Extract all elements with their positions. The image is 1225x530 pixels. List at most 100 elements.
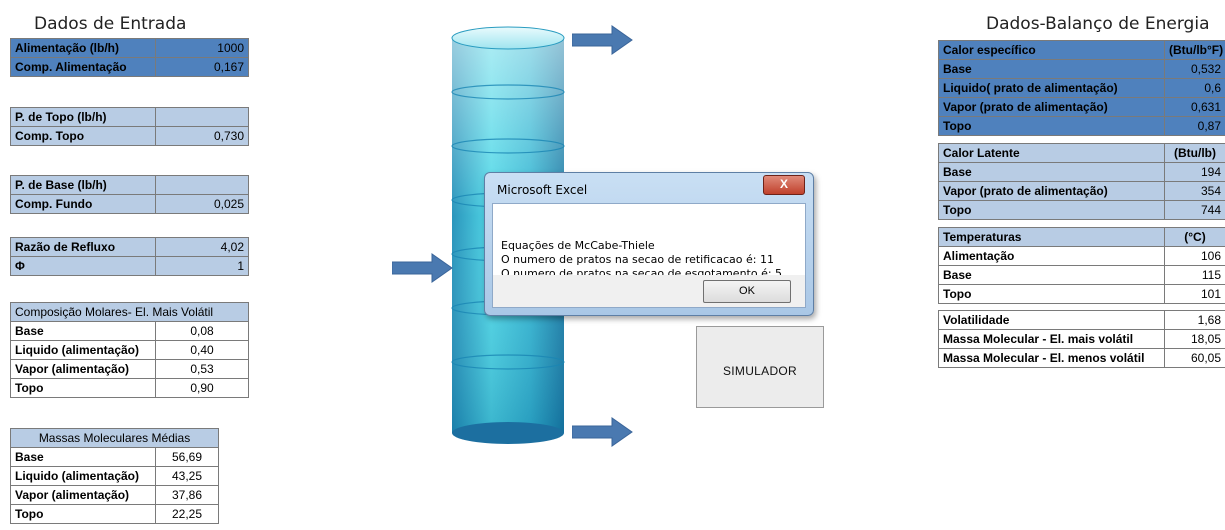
latent-heat-table: Calor Latente (Btu/lb) Base 194 Vapor (p…	[938, 143, 1225, 220]
table-header-row: Calor Latente (Btu/lb)	[938, 143, 1225, 163]
cell-label[interactable]: Liquido (alimentação)	[10, 466, 156, 486]
cell-value[interactable]: 354	[1164, 181, 1225, 201]
cell-value[interactable]: 0,631	[1164, 97, 1225, 117]
cell-value[interactable]: 37,86	[154, 485, 220, 505]
cell-label[interactable]: Alimentação	[938, 246, 1165, 266]
table-row: Comp. Fundo 0,025	[10, 194, 249, 214]
table-row: Vapor (alimentação) 37,86	[10, 485, 220, 505]
cell-value[interactable]	[155, 175, 249, 195]
cell-label[interactable]: Base	[938, 265, 1165, 285]
table-row: Volatilidade 1,68	[938, 310, 1225, 330]
cell-label[interactable]: Φ	[10, 256, 156, 276]
table-header-row: Calor específico (Btu/lb°F)	[938, 40, 1225, 60]
dialog-body: Equações de McCabe-Thiele O numero de pr…	[492, 203, 806, 280]
cell-label[interactable]: Alimentação (lb/h)	[10, 38, 156, 58]
cell-value[interactable]: 4,02	[155, 237, 249, 257]
cell-label[interactable]: Liquido (alimentação)	[10, 340, 156, 360]
cell-label[interactable]: Razão de Refluxo	[10, 237, 156, 257]
temperature-header: Temperaturas	[938, 227, 1165, 247]
cell-label[interactable]: Liquido( prato de alimentação)	[938, 78, 1165, 98]
cell-value[interactable]: 0,532	[1164, 59, 1225, 79]
cell-label[interactable]: Topo	[10, 504, 156, 524]
table-row: Topo 0,90	[10, 378, 250, 398]
top-output-arrow	[572, 25, 633, 55]
cell-value[interactable]: 101	[1164, 284, 1225, 304]
cell-label[interactable]: Vapor (prato de alimentação)	[938, 181, 1165, 201]
cell-label[interactable]: Massa Molecular - El. mais volátil	[938, 329, 1165, 349]
cell-label[interactable]: Massa Molecular - El. menos volátil	[938, 348, 1165, 368]
cell-value[interactable]: 0,53	[154, 359, 250, 379]
bottom-output-arrow	[572, 417, 633, 447]
feed-table: Alimentação (lb/h) 1000 Comp. Alimentaçã…	[10, 38, 249, 77]
feed-arrow	[392, 253, 453, 283]
cell-value[interactable]: 60,05	[1164, 348, 1225, 368]
table-row: Vapor (alimentação) 0,53	[10, 359, 250, 379]
message-dialog: Microsoft Excel X Equações de McCabe-Thi…	[484, 172, 814, 316]
temperature-table: Temperaturas (°C) Alimentação 106 Base 1…	[938, 227, 1225, 304]
table-header-row: Temperaturas (°C)	[938, 227, 1225, 247]
cell-value[interactable]: 22,25	[154, 504, 220, 524]
cell-value[interactable]: 0,90	[154, 378, 250, 398]
energy-balance-title: Dados-Balanço de Energia	[986, 14, 1210, 34]
cell-value[interactable]	[155, 107, 249, 127]
latent-heat-unit: (Btu/lb)	[1164, 143, 1225, 163]
table-row: Base 115	[938, 265, 1225, 285]
cell-label[interactable]: Topo	[10, 378, 156, 398]
dialog-message-line-1: Equações de McCabe-Thiele	[501, 239, 655, 252]
cell-value[interactable]: 18,05	[1164, 329, 1225, 349]
cell-label[interactable]: Base	[938, 59, 1165, 79]
cell-label[interactable]: Comp. Topo	[10, 126, 156, 146]
simulator-button[interactable]: SIMULADOR	[696, 326, 824, 408]
specific-heat-header: Calor específico	[938, 40, 1165, 60]
cell-value[interactable]: 0,167	[155, 57, 249, 77]
table-row: Base 0,08	[10, 321, 250, 341]
molar-composition-table: Composição Molares- El. Mais Volátil Bas…	[9, 302, 250, 398]
table-row: P. de Base (lb/h)	[10, 175, 249, 195]
cell-value[interactable]: 1,68	[1164, 310, 1225, 330]
ok-button[interactable]: OK	[703, 280, 791, 303]
cell-value[interactable]: 0,6	[1164, 78, 1225, 98]
cell-value[interactable]: 744	[1164, 200, 1225, 220]
cell-value[interactable]: 0,025	[155, 194, 249, 214]
cell-value[interactable]: 43,25	[154, 466, 220, 486]
table-row: Topo 0,87	[938, 116, 1225, 136]
cell-value[interactable]: 0,730	[155, 126, 249, 146]
cell-value[interactable]: 0,08	[154, 321, 250, 341]
cell-label[interactable]: Vapor (prato de alimentação)	[938, 97, 1165, 117]
cell-label[interactable]: P. de Topo (lb/h)	[10, 107, 156, 127]
cell-value[interactable]: 106	[1164, 246, 1225, 266]
cell-label[interactable]: Topo	[938, 284, 1165, 304]
reflux-table: Razão de Refluxo 4,02 Φ 1	[10, 237, 249, 276]
table-row: Base 194	[938, 162, 1225, 182]
cell-value[interactable]: 115	[1164, 265, 1225, 285]
cell-value[interactable]: 1	[155, 256, 249, 276]
cell-value[interactable]: 0,40	[154, 340, 250, 360]
cell-label[interactable]: Vapor (alimentação)	[10, 485, 156, 505]
molecular-mass-table: Massas Moleculares Médias Base 56,69 Liq…	[9, 428, 220, 524]
cell-value[interactable]: 194	[1164, 162, 1225, 182]
close-button[interactable]: X	[763, 175, 805, 195]
cell-label[interactable]: Comp. Alimentação	[10, 57, 156, 77]
table-row: Liquido( prato de alimentação) 0,6	[938, 78, 1225, 98]
cell-label[interactable]: Base	[938, 162, 1165, 182]
cell-value[interactable]: 0,87	[1164, 116, 1225, 136]
table-row: P. de Topo (lb/h)	[10, 107, 249, 127]
cell-label[interactable]: Topo	[938, 116, 1165, 136]
cell-label[interactable]: Base	[10, 321, 156, 341]
table-row: Vapor (prato de alimentação) 0,631	[938, 97, 1225, 117]
molar-composition-header: Composição Molares- El. Mais Volátil	[9, 302, 250, 322]
cell-value[interactable]: 56,69	[154, 447, 220, 467]
cell-label[interactable]: P. de Base (lb/h)	[10, 175, 156, 195]
dialog-footer: OK	[492, 275, 806, 308]
table-row: Base 0,532	[938, 59, 1225, 79]
base-product-table: P. de Base (lb/h) Comp. Fundo 0,025	[10, 175, 249, 214]
cell-label[interactable]: Vapor (alimentação)	[10, 359, 156, 379]
table-row: Liquido (alimentação) 43,25	[10, 466, 220, 486]
cell-value[interactable]: 1000	[155, 38, 249, 58]
cell-label[interactable]: Base	[10, 447, 156, 467]
cell-label[interactable]: Volatilidade	[938, 310, 1165, 330]
cell-label[interactable]: Comp. Fundo	[10, 194, 156, 214]
table-row: Comp. Alimentação 0,167	[10, 57, 249, 77]
dialog-title: Microsoft Excel	[497, 183, 588, 197]
cell-label[interactable]: Topo	[938, 200, 1165, 220]
